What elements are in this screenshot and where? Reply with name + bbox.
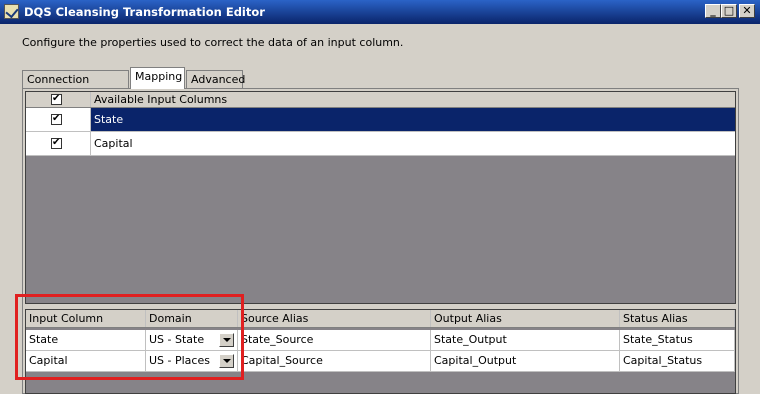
check-cell <box>26 132 91 155</box>
close-button[interactable]: ✕ <box>739 4 755 18</box>
dropdown-arrow-icon[interactable] <box>219 354 234 368</box>
column-name: Capital <box>94 137 133 150</box>
column-checkbox-capital[interactable] <box>51 136 62 150</box>
header-domain: Domain <box>146 310 238 327</box>
source-alias-cell[interactable]: Capital_Source <box>238 351 431 371</box>
app-icon <box>4 4 19 19</box>
header-status-alias: Status Alias <box>620 310 735 327</box>
tab-connection-manager[interactable]: Connection Manager <box>22 70 129 103</box>
input-column-cell: Capital <box>26 351 146 371</box>
header-input-column: Input Column <box>26 310 146 327</box>
header-source-alias: Source Alias <box>238 310 431 327</box>
maximize-button[interactable]: □ <box>721 4 737 18</box>
column-checkbox-state[interactable] <box>51 112 62 126</box>
available-input-columns-grid[interactable]: Available Input Columns State Capital <box>25 91 736 304</box>
output-alias-cell[interactable]: Capital_Output <box>431 351 620 371</box>
header-check-cell <box>26 92 91 107</box>
table-row[interactable]: State US - State State_Source State_Outp… <box>26 330 735 351</box>
tab-advanced[interactable]: Advanced <box>186 70 245 88</box>
list-item[interactable]: Capital <box>26 132 735 156</box>
header-available-input-columns: Available Input Columns <box>94 93 228 106</box>
header-output-alias: Output Alias <box>431 310 620 327</box>
title-bar[interactable]: DQS Cleansing Transformation Editor _ □ … <box>0 0 760 24</box>
dropdown-arrow-icon[interactable] <box>219 333 234 347</box>
domain-value: US - State <box>149 333 205 346</box>
list-item[interactable]: State <box>26 108 735 132</box>
domain-select[interactable]: US - State <box>146 330 238 350</box>
table-row[interactable]: Capital US - Places Capital_Source Capit… <box>26 351 735 372</box>
description-text: Configure the properties used to correct… <box>22 36 404 49</box>
source-alias-cell[interactable]: State_Source <box>238 330 431 350</box>
window-title: DQS Cleansing Transformation Editor <box>24 5 265 19</box>
domain-select[interactable]: US - Places <box>146 351 238 371</box>
minimize-button[interactable]: _ <box>705 4 721 18</box>
selected-row-highlight <box>91 108 735 131</box>
column-name: State <box>94 113 124 126</box>
tab-mapping[interactable]: Mapping <box>130 67 185 89</box>
input-column-cell: State <box>26 330 146 350</box>
check-cell <box>26 108 91 131</box>
status-alias-cell[interactable]: Capital_Status <box>620 351 735 371</box>
select-all-checkbox[interactable] <box>51 92 62 106</box>
mapping-grid[interactable]: Input Column Domain Source Alias Output … <box>25 309 736 394</box>
output-alias-cell[interactable]: State_Output <box>431 330 620 350</box>
domain-value: US - Places <box>149 354 210 367</box>
status-alias-cell[interactable]: State_Status <box>620 330 735 350</box>
mapping-grid-header: Input Column Domain Source Alias Output … <box>26 310 735 328</box>
grid-header: Available Input Columns <box>26 92 735 108</box>
